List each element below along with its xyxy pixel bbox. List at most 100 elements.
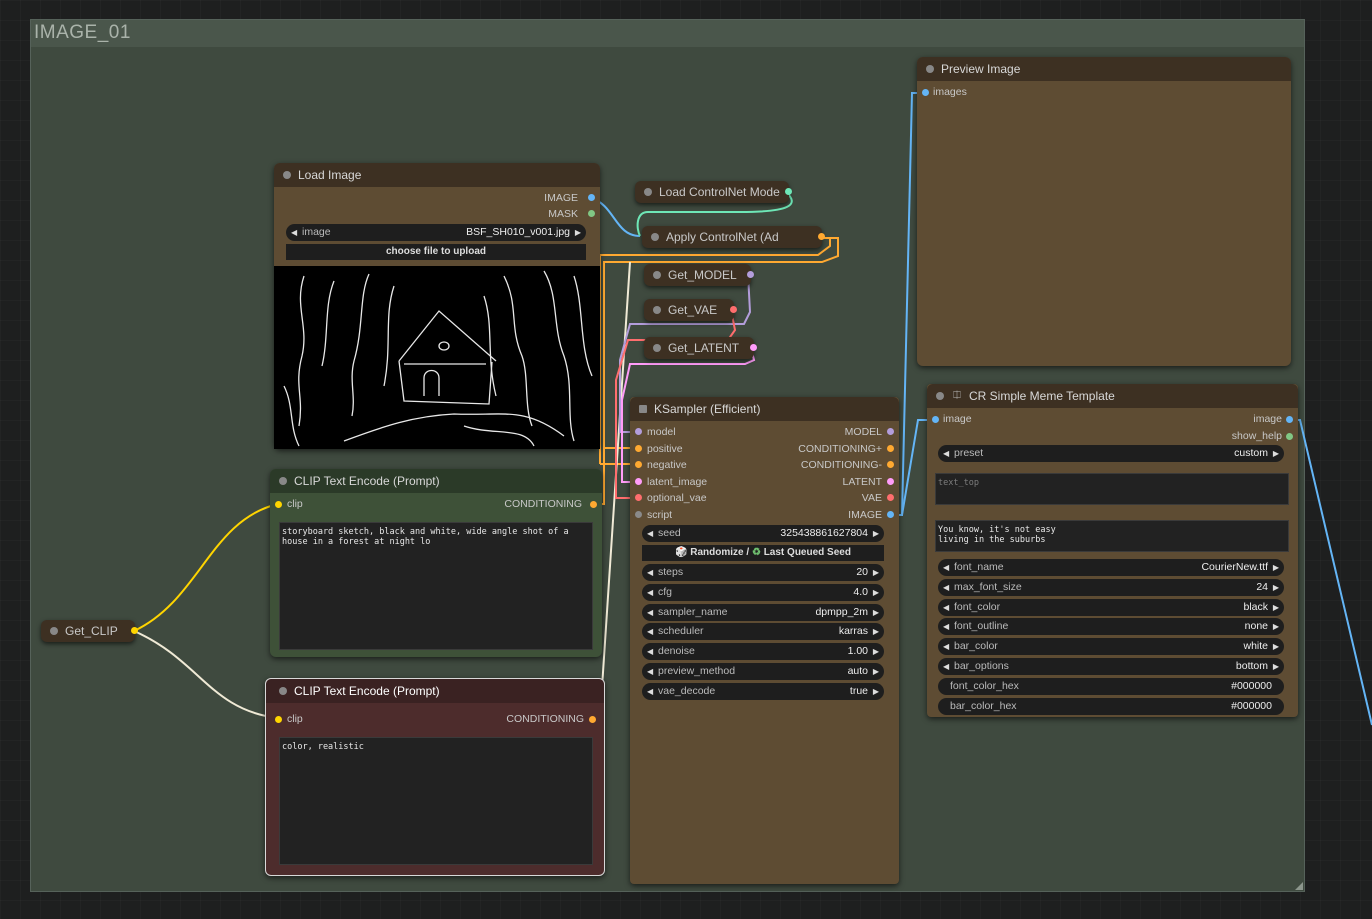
text-top-textarea[interactable]: text_top <box>935 473 1289 505</box>
output-vaedot[interactable] <box>887 494 894 501</box>
output-dot[interactable] <box>818 233 825 240</box>
steps-widget[interactable]: ◀ steps 20 ▶ <box>642 564 884 581</box>
right-arrow-icon[interactable]: ▶ <box>1273 579 1279 596</box>
right-arrow-icon[interactable]: ▶ <box>1273 658 1279 675</box>
node-collapse-dot[interactable] <box>639 405 647 413</box>
get-clip-node[interactable]: Get_CLIP <box>41 620 138 642</box>
get-vae-node[interactable]: Get_VAE <box>644 299 737 321</box>
right-arrow-icon[interactable]: ▶ <box>873 643 879 660</box>
font-outline-widget[interactable]: ◀ font_outline none ▶ <box>938 618 1284 636</box>
right-arrow-icon[interactable]: ▶ <box>873 584 879 601</box>
input-optional-vae-dot[interactable] <box>635 494 642 501</box>
prompt-textarea[interactable]: color, realistic <box>279 737 593 865</box>
left-arrow-icon[interactable]: ◀ <box>943 599 949 616</box>
get-model-node[interactable]: Get_MODEL <box>644 264 754 286</box>
right-arrow-icon[interactable]: ▶ <box>873 604 879 621</box>
node-header[interactable]: Preview Image <box>917 57 1291 81</box>
input-clip-dot[interactable] <box>275 501 282 508</box>
left-arrow-icon[interactable]: ◀ <box>647 683 653 700</box>
preview-image-node[interactable]: Preview Image images <box>917 57 1291 366</box>
output-dot[interactable] <box>785 188 792 195</box>
left-arrow-icon[interactable]: ◀ <box>943 638 949 655</box>
randomize-last-seed-button[interactable]: 🎲 Randomize / ♻ Last Queued Seed <box>642 545 884 561</box>
output-conditioning-dot[interactable] <box>887 444 894 452</box>
input-model-dot[interactable] <box>635 428 642 435</box>
image-select-widget[interactable]: ◀ image BSF_SH010_v001.jpg ▶ <box>286 224 586 241</box>
node-header[interactable]: ⎅ CR Simple Meme Template <box>927 384 1298 408</box>
bar-options-widget[interactable]: ◀ bar_options bottom ▶ <box>938 658 1284 675</box>
input-negative-dot[interactable] <box>635 461 642 468</box>
output-dot[interactable] <box>730 306 737 313</box>
scheduler-widget[interactable]: ◀ scheduler karras ▶ <box>642 623 884 641</box>
node-header[interactable]: CLIP Text Encode (Prompt) <box>270 469 602 493</box>
font-color-hex-widget[interactable]: font_color_hex #000000 <box>938 677 1284 695</box>
left-arrow-icon[interactable]: ◀ <box>647 663 653 680</box>
left-arrow-icon[interactable]: ◀ <box>943 658 949 675</box>
ksampler-node[interactable]: KSampler (Efficient) model positive negati… <box>630 397 899 884</box>
right-arrow-icon[interactable]: ▶ <box>873 663 879 680</box>
output-conditioning-dot[interactable] <box>589 716 596 723</box>
right-arrow-icon[interactable]: ▶ <box>1273 559 1279 576</box>
right-arrow-icon[interactable]: ▶ <box>873 683 879 700</box>
clip-text-encode-positive[interactable]: CLIP Text Encode (Prompt) clip CONDITION… <box>270 469 602 657</box>
right-arrow-icon[interactable]: ▶ <box>1273 638 1279 655</box>
left-arrow-icon[interactable]: ◀ <box>943 618 949 635</box>
right-arrow-icon[interactable]: ▶ <box>1273 445 1279 462</box>
font-name-widget[interactable]: ◀ font_name CourierNew.ttf ▶ <box>938 559 1284 576</box>
preview-method-widget[interactable]: ◀ preview_method auto ▶ <box>642 663 884 680</box>
left-arrow-icon[interactable]: ◀ <box>943 579 949 596</box>
node-collapse-dot[interactable] <box>651 233 659 241</box>
node-collapse-dot[interactable] <box>653 271 661 279</box>
output-modeldot[interactable] <box>887 428 894 435</box>
right-arrow-icon[interactable]: ▶ <box>873 564 879 581</box>
input-clip-dot[interactable] <box>275 716 282 723</box>
meme-template-node[interactable]: ⎅ CR Simple Meme Template image image sh… <box>927 384 1298 717</box>
left-arrow-icon[interactable]: ◀ <box>647 643 653 660</box>
bar-color-hex-widget[interactable]: bar_color_hex #000000 <box>938 697 1284 715</box>
node-collapse-dot[interactable] <box>279 477 287 485</box>
node-collapse-dot[interactable] <box>653 306 661 314</box>
right-arrow-icon[interactable]: ▶ <box>1273 618 1279 635</box>
vae-decode-widget[interactable]: ◀ vae_decode true ▶ <box>642 682 884 700</box>
output-show-help-dot[interactable] <box>1286 433 1293 440</box>
output-dot[interactable] <box>747 271 754 278</box>
input-image-dot[interactable] <box>932 416 939 423</box>
clip-text-encode-negative[interactable]: CLIP Text Encode (Prompt) clip CONDITION… <box>265 678 605 876</box>
left-arrow-icon[interactable]: ◀ <box>943 445 949 462</box>
output-conditioning-dot[interactable] <box>887 461 894 468</box>
get-latent-node[interactable]: Get_LATENT <box>644 337 757 359</box>
left-arrow-icon[interactable]: ◀ <box>647 623 653 640</box>
left-arrow-icon[interactable]: ◀ <box>291 224 297 241</box>
cfg-widget[interactable]: ◀ cfg 4.0 ▶ <box>642 583 884 601</box>
seed-widget[interactable]: ◀ seed 325438861627804 ▶ <box>642 525 884 542</box>
output-latentdot[interactable] <box>887 477 894 485</box>
max-font-size-widget[interactable]: ◀ max_font_size 24 ▶ <box>938 578 1284 596</box>
output-dot[interactable] <box>750 344 757 351</box>
input-latent-image-dot[interactable] <box>635 477 642 485</box>
output-image-dot[interactable] <box>1286 416 1293 423</box>
upload-button[interactable]: choose file to upload <box>286 244 586 260</box>
output-conditioning-dot[interactable] <box>590 501 597 508</box>
input-images-dot[interactable] <box>922 89 929 96</box>
bar-color-widget[interactable]: ◀ bar_color white ▶ <box>938 638 1284 656</box>
left-arrow-icon[interactable]: ◀ <box>647 564 653 581</box>
node-header[interactable]: Load Image <box>274 163 600 187</box>
node-collapse-dot[interactable] <box>926 65 934 73</box>
sampler-name-widget[interactable]: ◀ sampler_name dpmpp_2m ▶ <box>642 603 884 621</box>
denoise-widget[interactable]: ◀ denoise 1.00 ▶ <box>642 643 884 661</box>
font-color-widget[interactable]: ◀ font_color black ▶ <box>938 598 1284 616</box>
apply-controlnet-node[interactable]: Apply ControlNet (Ad <box>642 226 825 248</box>
output-image-dot[interactable] <box>588 194 595 201</box>
node-collapse-dot[interactable] <box>283 171 291 179</box>
node-collapse-dot[interactable] <box>50 627 58 635</box>
text-bottom-textarea[interactable]: You know, it's not easy living in the su… <box>935 520 1289 552</box>
prompt-textarea[interactable]: storyboard sketch, black and white, wide… <box>279 522 593 650</box>
left-arrow-icon[interactable]: ◀ <box>647 525 653 542</box>
output-mask-dot[interactable] <box>588 210 595 217</box>
input-positive-dot[interactable] <box>635 444 642 452</box>
right-arrow-icon[interactable]: ▶ <box>873 623 879 640</box>
left-arrow-icon[interactable]: ◀ <box>647 584 653 601</box>
preset-widget[interactable]: ◀ preset custom ▶ <box>938 445 1284 462</box>
node-collapse-dot[interactable] <box>644 188 652 196</box>
node-collapse-dot[interactable] <box>653 344 661 352</box>
